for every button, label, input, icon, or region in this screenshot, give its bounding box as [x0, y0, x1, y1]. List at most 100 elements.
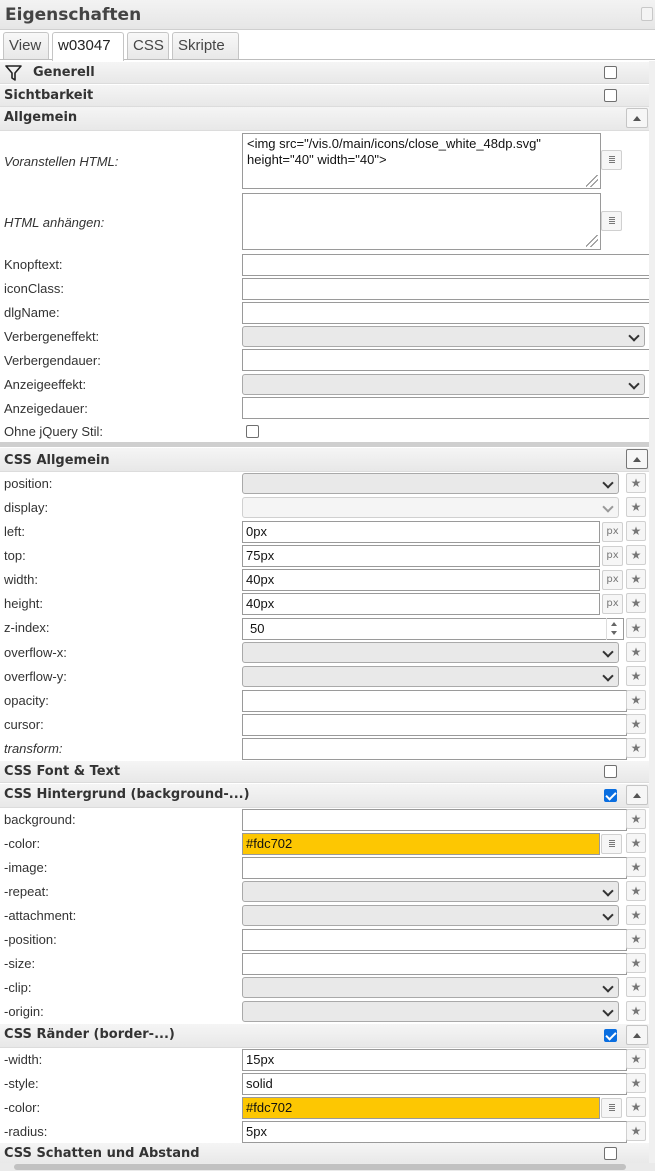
star-icon[interactable]: ★ — [626, 809, 646, 829]
top-input[interactable]: 75px — [242, 545, 600, 567]
star-icon[interactable]: ★ — [626, 690, 646, 710]
star-icon[interactable]: ★ — [626, 1001, 646, 1021]
generell-checkbox[interactable] — [604, 66, 617, 79]
knopftext-input[interactable] — [242, 254, 655, 276]
vertical-scrollbar[interactable] — [649, 61, 655, 1171]
display-select[interactable] — [242, 497, 619, 518]
iconclass-input[interactable] — [242, 278, 655, 300]
bg-size-input[interactable] — [242, 953, 627, 975]
zindex-input[interactable]: 50 — [242, 618, 624, 640]
collapse-button[interactable] — [626, 449, 648, 469]
border-width-input[interactable]: 15px — [242, 1049, 627, 1071]
section-css-font[interactable]: CSS Font & Text — [0, 761, 655, 783]
left-input[interactable]: 0px — [242, 521, 600, 543]
section-css-allgemein[interactable]: CSS Allgemein — [0, 448, 655, 472]
ohne-jquery-checkbox[interactable] — [246, 425, 259, 438]
star-icon[interactable]: ★ — [626, 881, 646, 901]
field-label: -origin: — [4, 1004, 44, 1019]
verbergeneffekt-select[interactable] — [242, 326, 645, 347]
star-icon[interactable]: ★ — [626, 833, 646, 853]
border-color-input[interactable]: #fdc702 — [242, 1097, 600, 1119]
unit-button[interactable]: px — [602, 570, 623, 590]
bg-origin-select[interactable] — [242, 1001, 619, 1022]
section-generell[interactable]: Generell — [0, 62, 655, 84]
border-radius-input[interactable]: 5px — [242, 1121, 627, 1143]
bg-attachment-select[interactable] — [242, 905, 619, 926]
verbergendauer-input[interactable] — [242, 349, 655, 371]
unit-button[interactable]: px — [602, 546, 623, 566]
tab-css[interactable]: CSS — [127, 32, 169, 59]
star-icon[interactable]: ★ — [626, 473, 646, 493]
bg-position-input[interactable] — [242, 929, 627, 951]
star-icon[interactable]: ★ — [626, 905, 646, 925]
resize-grip-icon[interactable] — [586, 235, 598, 247]
opacity-input[interactable] — [242, 690, 627, 712]
star-icon[interactable]: ★ — [626, 977, 646, 997]
overflow-x-select[interactable] — [242, 642, 619, 663]
star-icon[interactable]: ★ — [626, 1049, 646, 1069]
anzeigeeffekt-select[interactable] — [242, 374, 645, 395]
star-icon[interactable]: ★ — [626, 929, 646, 949]
position-select[interactable] — [242, 473, 619, 494]
color-picker-icon[interactable] — [601, 1098, 622, 1118]
star-icon[interactable]: ★ — [626, 714, 646, 734]
css-font-checkbox[interactable] — [604, 765, 617, 778]
tab-widget[interactable]: w03047 — [52, 32, 124, 61]
cursor-input[interactable] — [242, 714, 627, 736]
transform-input[interactable] — [242, 738, 627, 760]
star-icon[interactable]: ★ — [626, 666, 646, 686]
collapse-button[interactable] — [626, 1025, 648, 1045]
star-icon[interactable]: ★ — [626, 569, 646, 589]
overflow-y-select[interactable] — [242, 666, 619, 687]
star-icon[interactable]: ★ — [626, 857, 646, 877]
background-input[interactable] — [242, 809, 627, 831]
section-css-hintergrund[interactable]: CSS Hintergrund (background-...) — [0, 784, 655, 808]
css-bg-checkbox[interactable] — [604, 789, 617, 802]
section-css-schatten[interactable]: CSS Schatten und Abstand — [0, 1143, 655, 1165]
anzeigedauer-input[interactable] — [242, 397, 655, 419]
css-border-checkbox[interactable] — [604, 1029, 617, 1042]
append-html-textarea[interactable] — [242, 193, 601, 250]
spinner-icon[interactable] — [606, 618, 622, 640]
horizontal-scrollbar[interactable] — [0, 1163, 655, 1171]
resize-grip-icon[interactable] — [586, 175, 598, 187]
bg-image-input[interactable] — [242, 857, 627, 879]
sichtbarkeit-checkbox[interactable] — [604, 89, 617, 102]
star-icon[interactable]: ★ — [626, 1097, 646, 1117]
unit-button[interactable]: px — [602, 594, 623, 614]
collapse-button[interactable] — [626, 108, 648, 128]
width-input[interactable]: 40px — [242, 569, 600, 591]
star-icon[interactable]: ★ — [626, 497, 646, 517]
section-sichtbarkeit[interactable]: Sichtbarkeit — [0, 85, 655, 107]
dlgname-input[interactable] — [242, 302, 655, 324]
color-picker-icon[interactable] — [601, 834, 622, 854]
unit-button[interactable]: px — [602, 522, 623, 542]
color-picker-icon[interactable] — [601, 211, 622, 231]
bg-clip-select[interactable] — [242, 977, 619, 998]
star-icon[interactable]: ★ — [626, 953, 646, 973]
prepend-html-textarea[interactable]: <img src="/vis.0/main/icons/close_white_… — [242, 133, 601, 189]
color-picker-icon[interactable] — [601, 150, 622, 170]
tab-skripte[interactable]: Skripte — [172, 32, 239, 59]
star-icon[interactable]: ★ — [626, 593, 646, 613]
collapse-button[interactable] — [626, 785, 648, 805]
star-icon[interactable]: ★ — [626, 618, 646, 638]
bg-color-input[interactable]: #fdc702 — [242, 833, 600, 855]
star-icon[interactable]: ★ — [626, 1073, 646, 1093]
border-style-input[interactable]: solid — [242, 1073, 627, 1095]
css-shadow-checkbox[interactable] — [604, 1147, 617, 1160]
star-icon[interactable]: ★ — [626, 1121, 646, 1141]
star-icon[interactable]: ★ — [626, 545, 646, 565]
row-display: display: ★ — [0, 496, 655, 520]
filter-icon[interactable] — [5, 64, 22, 81]
star-icon[interactable]: ★ — [626, 521, 646, 541]
panel-menu-button[interactable] — [641, 7, 653, 21]
star-icon[interactable]: ★ — [626, 642, 646, 662]
section-allgemein[interactable]: Allgemein — [0, 107, 655, 131]
tab-view[interactable]: View — [3, 32, 49, 59]
star-icon[interactable]: ★ — [626, 738, 646, 758]
height-input[interactable]: 40px — [242, 593, 600, 615]
bg-repeat-select[interactable] — [242, 881, 619, 902]
section-css-raender[interactable]: CSS Ränder (border-...) — [0, 1024, 655, 1048]
scrollbar-thumb[interactable] — [14, 1164, 626, 1170]
